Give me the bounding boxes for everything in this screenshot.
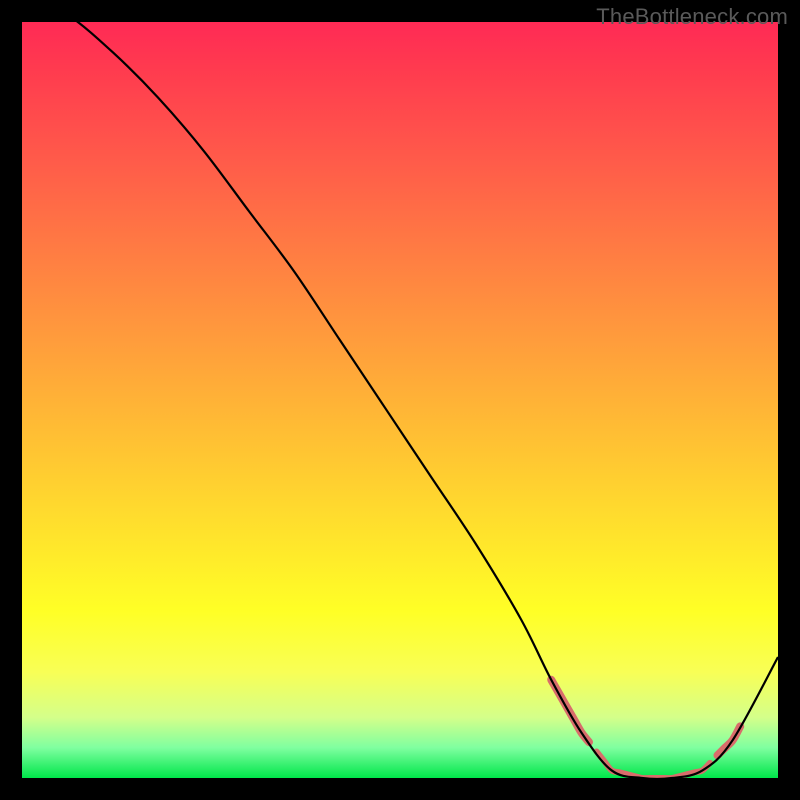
plot-area [22,22,778,778]
bottleneck-curve-svg [22,22,778,778]
rise-segment [718,726,741,755]
chart-frame: TheBottleneck.com [0,0,800,800]
main-curve [22,22,778,778]
watermark-label: TheBottleneck.com [596,4,788,30]
